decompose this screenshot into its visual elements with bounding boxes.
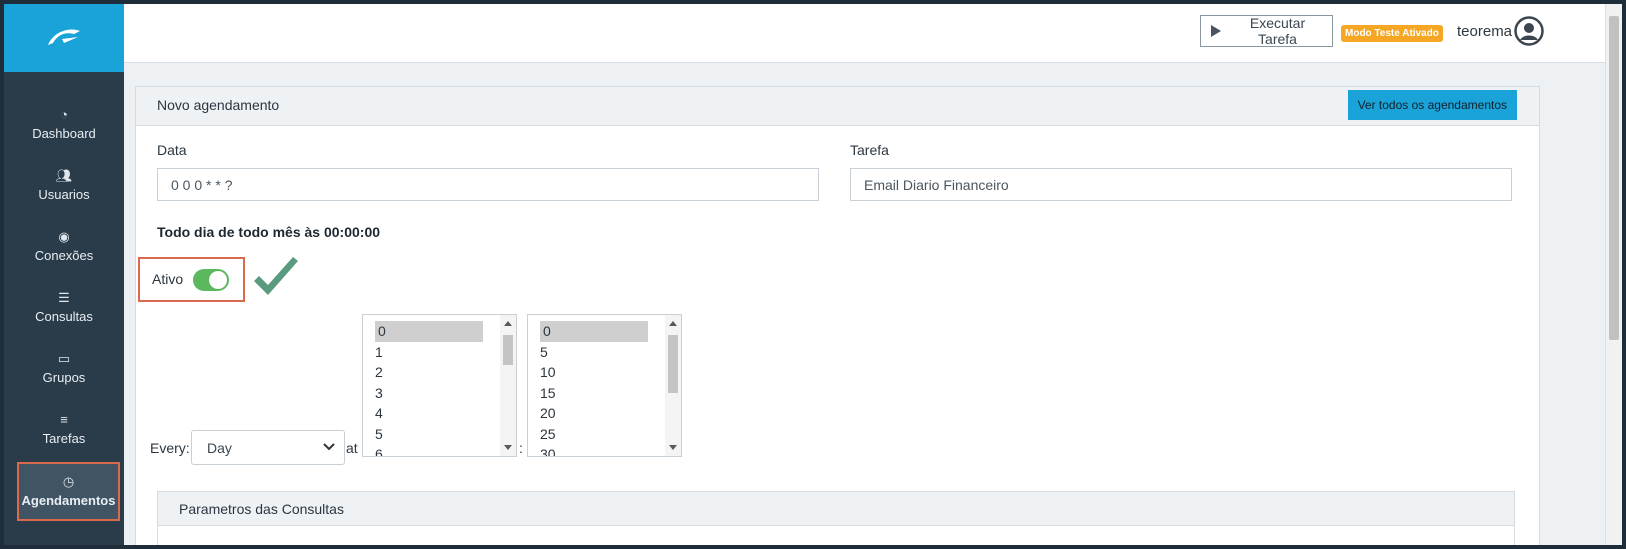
card-title: Novo agendamento: [157, 97, 280, 113]
sidebar-item-label: Consultas: [35, 309, 93, 324]
sidebar-item-agendamentos[interactable]: ◷ Agendamentos: [17, 462, 120, 521]
dashboard-gauge-icon: ◔: [60, 107, 68, 122]
at-label: at: [346, 440, 358, 456]
hour-listbox[interactable]: 0 1 2 3 4 5 6: [362, 314, 517, 457]
minute-listbox[interactable]: 0 5 10 15 20 25 30: [527, 314, 682, 457]
scroll-down-arrow-icon[interactable]: [504, 445, 512, 450]
hour-option[interactable]: 3: [363, 383, 483, 404]
hour-option[interactable]: 1: [363, 342, 483, 363]
hour-listbox-scrollbar[interactable]: [500, 315, 516, 456]
sidebar-item-tarefas[interactable]: ≡ Tarefas: [4, 399, 124, 460]
new-schedule-card: Novo agendamento Ver todos os agendament…: [135, 86, 1540, 545]
every-label: Every:: [150, 440, 190, 456]
minute-scroll-thumb[interactable]: [668, 335, 678, 393]
hour-option[interactable]: 0: [375, 321, 483, 342]
execute-task-label: Executar Tarefa: [1249, 15, 1306, 47]
schedule-summary: Todo dia de todo mês às 00:00:00: [157, 224, 381, 240]
layers-icon: ▭: [57, 351, 71, 366]
logo-icon: [48, 29, 80, 45]
database-icon: ☰: [58, 290, 70, 305]
every-select[interactable]: Day: [191, 430, 345, 465]
username[interactable]: teorema: [1457, 23, 1512, 40]
data-field[interactable]: 0 0 0 * * ?: [157, 168, 819, 201]
sidebar-item-usuarios[interactable]: 👥︎ Usuarios: [4, 155, 124, 216]
minute-option[interactable]: 0: [540, 321, 648, 342]
sidebar-item-grupos[interactable]: ▭ Grupos: [4, 338, 124, 399]
active-toggle[interactable]: [193, 269, 229, 291]
list-icon: ≡: [60, 412, 68, 427]
page-scrollbar[interactable]: [1605, 4, 1622, 545]
execute-task-button[interactable]: Executar Tarefa: [1200, 15, 1333, 47]
minute-option[interactable]: 30: [528, 444, 648, 456]
time-separator: :: [519, 440, 523, 456]
sidebar-item-label: Conexões: [34, 248, 94, 263]
hour-option[interactable]: 2: [363, 362, 483, 383]
sidebar-item-label: Usuarios: [38, 187, 90, 202]
minute-option[interactable]: 15: [528, 383, 648, 404]
app-window: ◔ Dashboard 👥︎ Usuarios ◉ Conexões ☰ Con…: [4, 4, 1622, 545]
minute-option[interactable]: 20: [528, 403, 648, 424]
top-bar: Executar Tarefa Modo Teste Ativado teore…: [124, 4, 1622, 63]
avatar-icon[interactable]: [1514, 16, 1544, 46]
minute-listbox-scrollbar[interactable]: [665, 315, 681, 456]
sidebar-item-dashboard[interactable]: ◔ Dashboard: [4, 94, 124, 155]
connection-icon: ◉: [58, 229, 70, 244]
active-toggle-group: Ativo: [138, 257, 245, 302]
test-mode-badge: Modo Teste Ativado: [1341, 25, 1443, 42]
scroll-up-arrow-icon[interactable]: [669, 321, 677, 326]
sidebar-item-consultas[interactable]: ☰ Consultas: [4, 277, 124, 338]
hour-scroll-thumb[interactable]: [503, 335, 513, 365]
minute-option[interactable]: 5: [528, 342, 648, 363]
query-params-title: Parametros das Consultas: [179, 501, 344, 517]
sidebar: ◔ Dashboard 👥︎ Usuarios ◉ Conexões ☰ Con…: [4, 4, 124, 545]
every-select-value: Day: [207, 439, 232, 456]
sidebar-item-conexoes[interactable]: ◉ Conexões: [4, 216, 124, 277]
hour-option[interactable]: 6: [363, 444, 483, 456]
toggle-knob: [209, 271, 227, 289]
sidebar-item-label: Agendamentos: [21, 493, 116, 508]
hour-options: 0 1 2 3 4 5 6: [363, 315, 483, 456]
sidebar-nav: ◔ Dashboard 👥︎ Usuarios ◉ Conexões ☰ Con…: [4, 72, 124, 521]
tarefa-label: Tarefa: [850, 142, 889, 158]
tarefa-field[interactable]: Email Diario Financeiro: [850, 168, 1512, 201]
checkmark-icon: [254, 257, 298, 295]
page-scrollbar-thumb[interactable]: [1609, 16, 1619, 340]
clock-icon: ◷: [62, 474, 75, 489]
minute-options: 0 5 10 15 20 25 30: [528, 315, 648, 456]
minute-option[interactable]: 25: [528, 424, 648, 445]
minute-option[interactable]: 10: [528, 362, 648, 383]
scroll-up-arrow-icon[interactable]: [504, 321, 512, 326]
brand-logo[interactable]: [4, 4, 124, 72]
active-label: Ativo: [152, 271, 184, 287]
scroll-down-arrow-icon[interactable]: [669, 445, 677, 450]
query-params-card: Parametros das Consultas: [157, 491, 1515, 545]
play-icon: [1211, 25, 1221, 37]
data-label: Data: [157, 142, 187, 158]
card-header: Novo agendamento Ver todos os agendament…: [136, 87, 1539, 126]
sidebar-item-label: Grupos: [42, 370, 86, 385]
chevron-down-icon: [323, 443, 335, 451]
sidebar-item-label: Dashboard: [32, 126, 96, 141]
sidebar-item-label: Tarefas: [42, 431, 86, 446]
hour-option[interactable]: 5: [363, 424, 483, 445]
hour-option[interactable]: 4: [363, 403, 483, 424]
users-icon: 👥︎: [55, 168, 73, 183]
query-params-header: Parametros das Consultas: [158, 492, 1514, 526]
see-all-schedules-button[interactable]: Ver todos os agendamentos: [1347, 90, 1517, 120]
